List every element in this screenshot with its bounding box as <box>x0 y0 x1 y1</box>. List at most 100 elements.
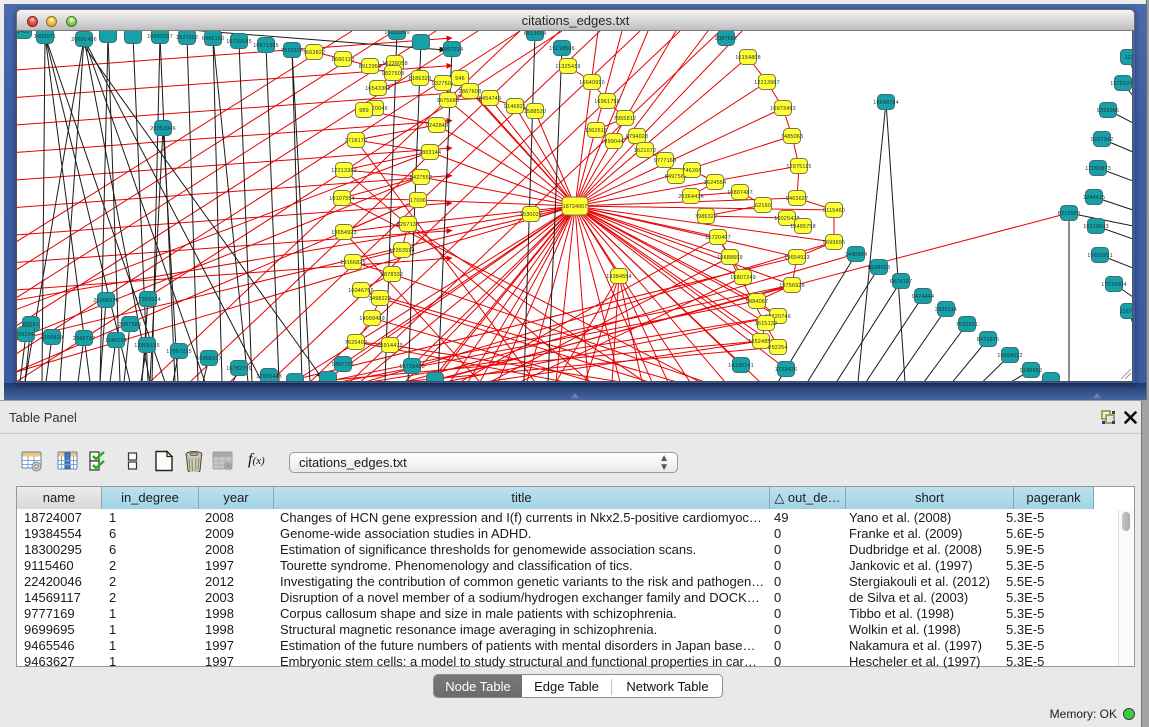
svg-text:989: 989 <box>359 108 369 114</box>
svg-text:9329966: 9329966 <box>1097 108 1119 114</box>
svg-text:16961758: 16961758 <box>594 99 620 105</box>
svg-text:7663822: 7663822 <box>303 50 325 56</box>
svg-text:16648784: 16648784 <box>873 100 899 106</box>
svg-text:1405571: 1405571 <box>34 34 56 40</box>
svg-text:7955812: 7955812 <box>614 116 636 122</box>
svg-text:19218506: 19218506 <box>549 46 575 52</box>
svg-text:9115460: 9115460 <box>823 208 845 214</box>
svg-text:20691406: 20691406 <box>71 37 97 43</box>
svg-text:1621072: 1621072 <box>634 148 656 154</box>
svg-text:7632621: 7632621 <box>956 322 978 328</box>
svg-text:10688609: 10688609 <box>717 255 743 261</box>
svg-text:10973493: 10973493 <box>770 106 796 112</box>
svg-text:111: 111 <box>1125 55 1133 61</box>
svg-text:10654112: 10654112 <box>997 353 1022 359</box>
svg-text:8813054: 8813054 <box>524 31 546 37</box>
svg-text:16033809: 16033809 <box>384 31 410 36</box>
svg-text:1156829: 1156829 <box>41 335 63 341</box>
svg-text:15716485: 15716485 <box>399 364 425 370</box>
svg-text:3675685: 3675685 <box>437 98 459 104</box>
svg-text:9884067: 9884067 <box>746 299 768 305</box>
svg-text:19166825: 19166825 <box>340 260 366 266</box>
svg-text:10210643: 10210643 <box>1083 224 1109 230</box>
svg-text:62160: 62160 <box>755 203 771 209</box>
svg-text:19654923: 19654923 <box>331 230 357 236</box>
svg-text:19654923: 19654923 <box>784 255 810 261</box>
svg-text:9827503: 9827503 <box>382 71 404 77</box>
svg-text:12213967: 12213967 <box>754 80 780 86</box>
svg-text:10719185: 10719185 <box>226 39 252 45</box>
svg-text:7986322: 7986322 <box>695 214 717 220</box>
svg-text:14099489: 14099489 <box>359 316 385 322</box>
svg-text:16543362: 16543362 <box>365 86 391 92</box>
svg-text:11325419: 11325419 <box>555 64 580 70</box>
svg-text:2087682: 2087682 <box>715 36 737 42</box>
svg-text:9245652: 9245652 <box>1020 368 1042 374</box>
svg-text:16640910: 16640910 <box>579 80 605 86</box>
svg-text:899044: 899044 <box>604 139 623 145</box>
svg-text:20364436: 20364436 <box>678 194 704 200</box>
svg-text:20053346: 20053346 <box>150 126 176 132</box>
svg-text:1733426: 1733426 <box>775 367 797 373</box>
svg-text:1244415: 1244415 <box>1083 195 1105 201</box>
svg-text:8186328: 8186328 <box>409 76 431 82</box>
svg-text:16154808: 16154808 <box>735 55 761 61</box>
svg-text:19756928: 19756928 <box>779 283 805 289</box>
svg-text:8938923: 8938923 <box>868 265 890 271</box>
svg-text:1405: 1405 <box>17 31 29 35</box>
svg-text:14136141: 14136141 <box>728 363 754 369</box>
svg-text:16782759: 16782759 <box>226 366 252 372</box>
svg-text:3624554: 3624554 <box>704 180 726 186</box>
svg-text:9327508: 9327508 <box>432 81 454 87</box>
svg-text:6794028: 6794028 <box>626 134 648 140</box>
svg-text:7857224: 7857224 <box>441 47 463 53</box>
svg-text:1588520: 1588520 <box>524 109 546 115</box>
svg-text:12353594: 12353594 <box>389 248 415 254</box>
svg-text:2942737: 2942737 <box>73 336 95 342</box>
svg-text:8912954: 8912954 <box>359 64 381 70</box>
svg-text:17006: 17006 <box>410 198 426 204</box>
svg-text:10107554: 10107554 <box>329 196 355 202</box>
svg-text:39154: 39154 <box>18 332 34 338</box>
svg-text:9242848: 9242848 <box>426 123 448 129</box>
svg-text:1145194: 1145194 <box>105 338 127 344</box>
svg-text:116753: 116753 <box>1120 309 1133 315</box>
svg-text:1615132: 1615132 <box>755 321 777 327</box>
svg-text:12905185: 12905185 <box>134 343 160 349</box>
svg-text:9474444: 9474444 <box>912 294 934 300</box>
svg-text:9777169: 9777169 <box>654 158 676 164</box>
svg-text:12213382: 12213382 <box>331 168 357 174</box>
svg-text:8454749: 8454749 <box>479 96 501 102</box>
svg-text:17957225: 17957225 <box>166 349 192 355</box>
svg-text:9463627: 9463627 <box>786 196 808 202</box>
svg-text:17359924: 17359924 <box>135 297 161 303</box>
svg-text:7625402: 7625402 <box>345 340 367 346</box>
svg-text:12975115: 12975115 <box>786 164 811 170</box>
svg-text:12923448: 12923448 <box>256 374 282 380</box>
svg-text:15751074: 15751074 <box>1110 81 1133 87</box>
svg-text:17016504: 17016504 <box>1101 282 1127 288</box>
svg-text:2718176: 2718176 <box>345 138 367 144</box>
svg-text:2803144: 2803144 <box>419 150 441 156</box>
svg-text:546: 546 <box>455 76 465 82</box>
svg-text:2867608: 2867608 <box>459 89 481 95</box>
svg-text:15807249: 15807249 <box>730 275 756 281</box>
svg-text:8878332: 8878332 <box>381 272 403 278</box>
svg-text:9227342: 9227342 <box>1091 137 1113 143</box>
svg-text:15692951: 15692951 <box>1087 253 1113 259</box>
svg-text:1440954: 1440954 <box>845 252 867 258</box>
svg-text:15720407: 15720407 <box>705 235 731 241</box>
svg-text:18724007: 18724007 <box>563 204 588 210</box>
svg-text:10958107: 10958107 <box>196 356 222 362</box>
svg-text:252254: 252254 <box>768 345 787 351</box>
svg-text:10671385: 10671385 <box>253 43 279 49</box>
svg-text:8267130: 8267130 <box>397 222 419 228</box>
svg-text:8215958: 8215958 <box>1058 211 1080 217</box>
svg-text:6466160: 6466160 <box>202 36 224 42</box>
svg-text:8427552: 8427552 <box>410 175 432 181</box>
svg-text:9457791: 9457791 <box>332 362 354 368</box>
svg-text:3498222: 3498222 <box>369 296 391 302</box>
svg-text:1362615: 1362615 <box>585 128 607 134</box>
svg-text:1527602: 1527602 <box>176 35 198 41</box>
svg-text:8471676: 8471676 <box>977 337 999 343</box>
